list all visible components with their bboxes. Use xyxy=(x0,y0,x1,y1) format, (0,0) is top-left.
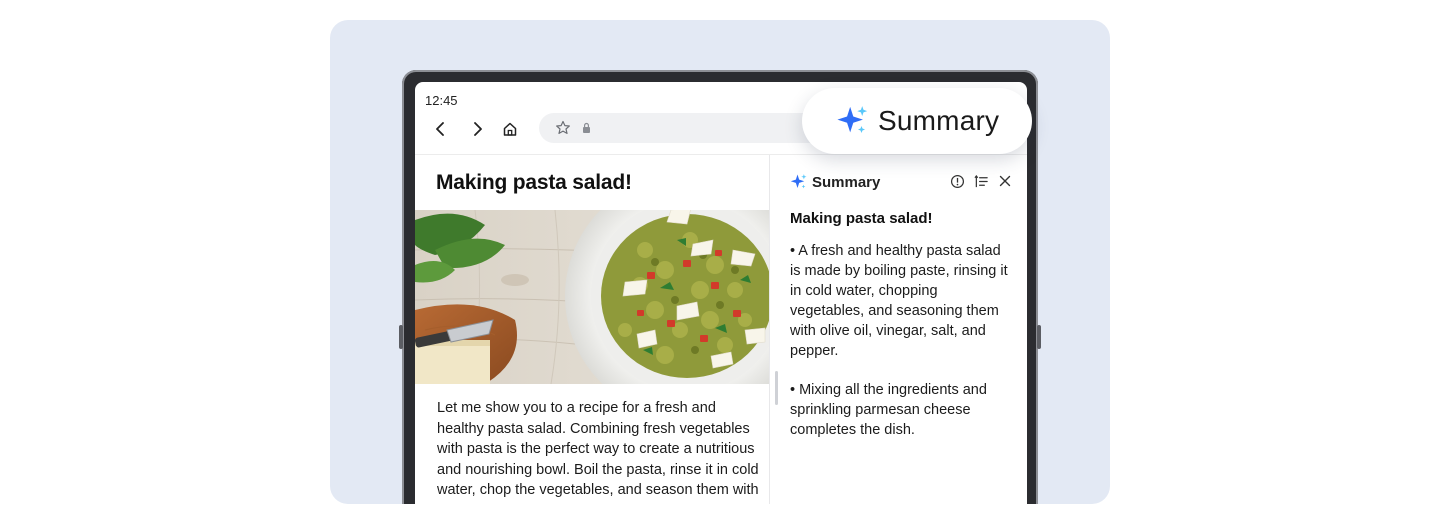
address-bar[interactable] xyxy=(539,113,829,143)
web-content[interactable]: Making pasta salad! Let me show you to a… xyxy=(415,155,769,504)
device-side-button xyxy=(1037,325,1041,349)
pasta-salad-image xyxy=(415,210,769,384)
sparkle-icon xyxy=(790,174,807,189)
summary-panel-header: Summary xyxy=(790,171,880,193)
close-button[interactable] xyxy=(996,172,1014,190)
format-button[interactable] xyxy=(972,172,990,190)
star-icon[interactable] xyxy=(555,120,571,136)
summary-pill-label: Summary xyxy=(878,105,1000,136)
info-icon xyxy=(950,174,964,188)
summary-bullets: • A fresh and healthy pasta salad is mad… xyxy=(790,241,1012,459)
home-icon xyxy=(503,122,517,136)
device-side-button xyxy=(399,325,403,349)
status-time: 12:45 xyxy=(425,93,458,108)
summary-bullet: • Mixing all the ingredients and sprinkl… xyxy=(790,382,987,438)
back-button[interactable] xyxy=(429,117,453,141)
summary-panel: Summary Making pasta salad! • A fresh an… xyxy=(769,155,1027,504)
article-body: Let me show you to a recipe for a fresh … xyxy=(437,400,759,504)
pasta-salad-photo xyxy=(415,210,769,384)
summary-panel-actions xyxy=(948,172,1014,190)
panel-resize-handle[interactable] xyxy=(775,371,778,405)
lock-icon xyxy=(583,122,590,133)
summary-feature-pill: Summary xyxy=(802,88,1032,154)
summary-bullet: • A fresh and healthy pasta salad is mad… xyxy=(790,243,1008,359)
home-button[interactable] xyxy=(498,117,522,141)
chevron-right-icon xyxy=(474,122,482,136)
list-format-icon xyxy=(973,174,988,187)
close-icon xyxy=(999,175,1011,187)
forward-button[interactable] xyxy=(465,117,489,141)
article-title: Making pasta salad! xyxy=(436,171,632,194)
summary-heading: Making pasta salad! xyxy=(790,210,933,227)
sparkle-icon xyxy=(837,106,868,134)
info-button[interactable] xyxy=(948,172,966,190)
summary-panel-title: Summary xyxy=(812,173,881,191)
chevron-left-icon xyxy=(436,122,444,136)
